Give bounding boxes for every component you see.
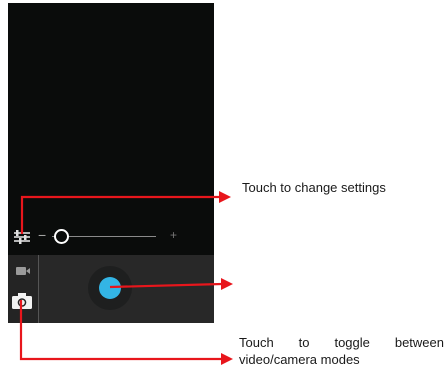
shutter-callout-arrowhead	[221, 278, 233, 290]
zoom-out-label[interactable]: −	[38, 228, 46, 242]
camera-viewfinder[interactable]	[8, 3, 214, 255]
camera-app-screen: − +	[8, 3, 214, 323]
settings-callout-arrowhead	[219, 191, 231, 203]
video-camera-icon[interactable]	[15, 265, 31, 277]
zoom-in-label[interactable]: +	[170, 228, 177, 242]
settings-callout-text: Touch to change settings	[242, 180, 386, 195]
camera-control-bar	[8, 255, 214, 323]
photo-camera-icon[interactable]	[11, 292, 33, 310]
zoom-slider-thumb[interactable]	[54, 229, 69, 244]
mode-callout-arrowhead	[221, 353, 233, 365]
shutter-button[interactable]	[99, 277, 121, 299]
zoom-control: − +	[8, 221, 214, 253]
settings-sliders-icon[interactable]	[12, 227, 32, 247]
mode-switcher[interactable]	[8, 255, 39, 323]
mode-toggle-callout-text: Touch to toggle between video/camera mod…	[239, 335, 444, 367]
